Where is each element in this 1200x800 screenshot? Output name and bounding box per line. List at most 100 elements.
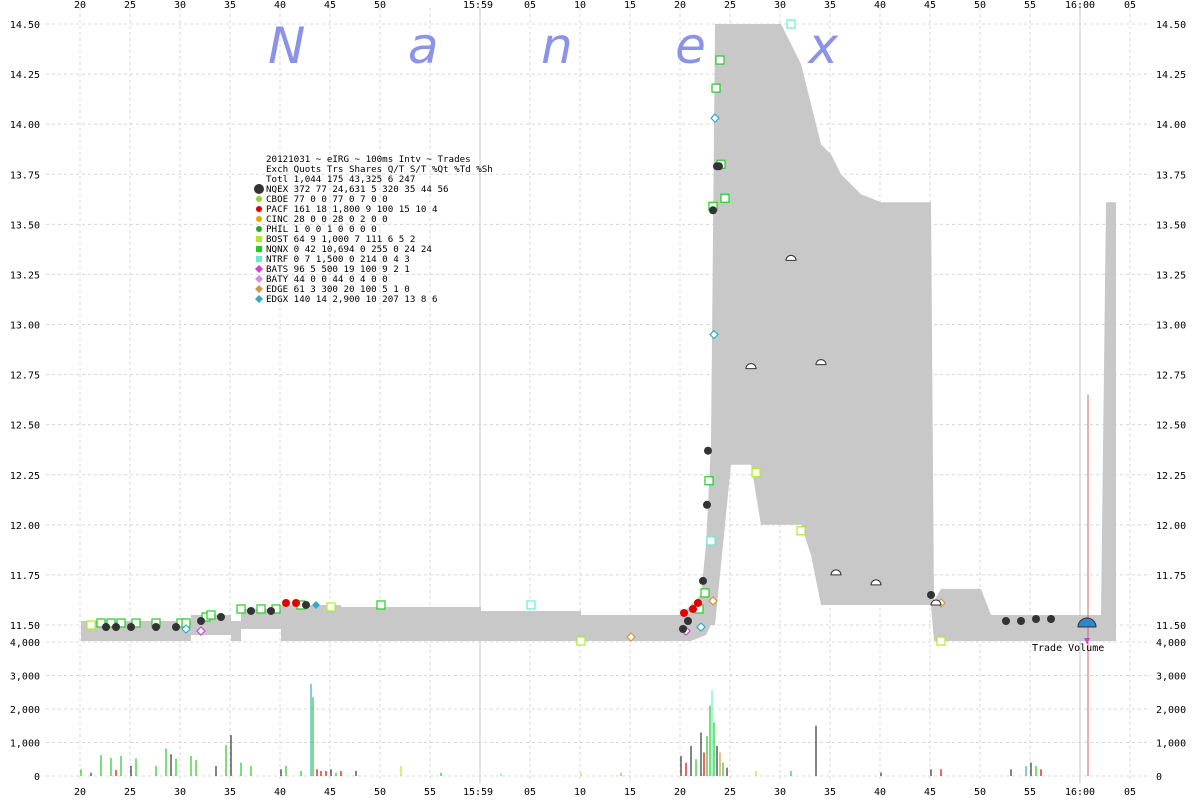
x-tick-bottom: 10	[574, 787, 586, 798]
x-tick-top: 05	[1124, 0, 1136, 11]
quote-marker	[576, 636, 586, 646]
trade-marker	[704, 446, 712, 455]
x-tick-top: 45	[924, 0, 936, 11]
price-tick-left: 13.75	[10, 170, 40, 181]
legend-marker	[256, 206, 262, 212]
x-tick-bottom: 16:00	[1065, 787, 1095, 798]
quote-marker	[326, 602, 336, 612]
trade-marker	[679, 625, 687, 634]
volume-tick-left: 3,000	[10, 672, 40, 683]
price-tick-left: 14.00	[10, 120, 40, 131]
trade-marker	[102, 623, 110, 632]
x-tick-top: 25	[124, 0, 136, 11]
trade-marker	[127, 623, 135, 632]
x-tick-top: 15:59	[463, 0, 493, 11]
quote-marker	[715, 55, 725, 65]
x-tick-bottom: 25	[724, 787, 736, 798]
x-tick-top: 35	[224, 0, 236, 11]
x-tick-bottom: 45	[924, 787, 936, 798]
x-tick-top: 16:00	[1065, 0, 1095, 11]
quote-marker	[704, 476, 714, 486]
legend-marker	[255, 295, 263, 303]
quote-marker	[700, 588, 710, 598]
x-tick-bottom: 55	[1024, 787, 1036, 798]
x-tick-bottom: 45	[324, 787, 336, 798]
x-tick-top: 50	[974, 0, 986, 11]
price-tick-right: 14.25	[1156, 70, 1186, 81]
legend-marker	[256, 236, 262, 242]
legend-marker	[256, 226, 262, 232]
price-tick-left: 14.25	[10, 70, 40, 81]
price-tick-right: 13.75	[1156, 170, 1186, 181]
price-tick-right: 12.50	[1156, 421, 1186, 432]
x-tick-bottom: 20	[74, 787, 86, 798]
quote-marker	[236, 604, 246, 614]
quote-marker	[720, 193, 730, 203]
quote-marker	[796, 526, 806, 536]
closing-cross	[1077, 394, 1097, 776]
x-tick-bottom: 15:59	[463, 787, 493, 798]
price-tick-right: 13.00	[1156, 321, 1186, 332]
quote-marker	[936, 636, 946, 646]
legend-marker	[256, 246, 262, 252]
x-tick-top: 05	[524, 0, 536, 11]
x-tick-bottom: 40	[874, 787, 886, 798]
x-tick-top: 50	[374, 0, 386, 11]
x-tick-bottom: 15	[624, 787, 636, 798]
trade-marker	[927, 590, 935, 599]
trade-marker	[680, 608, 688, 617]
trade-marker	[112, 623, 120, 632]
volume-bars	[80, 683, 1042, 776]
quote-marker	[206, 610, 216, 620]
trade-marker	[1047, 614, 1055, 623]
price-tick-left: 12.50	[10, 421, 40, 432]
trade-marker	[1002, 616, 1010, 625]
trade-marker	[1032, 614, 1040, 623]
quote-marker	[711, 83, 721, 93]
trade-marker	[152, 623, 160, 632]
x-tick-top: 40	[274, 0, 286, 11]
trade-marker	[217, 612, 225, 621]
x-tick-top: 15	[624, 0, 636, 11]
x-tick-bottom: 55	[424, 787, 436, 798]
volume-tick-left: 2,000	[10, 705, 40, 716]
legend-marker	[255, 285, 263, 293]
price-tick-right: 11.75	[1156, 571, 1186, 582]
nbbo-band	[81, 24, 1116, 641]
price-tick-left: 13.00	[10, 321, 40, 332]
legend-marker	[255, 265, 263, 273]
exchange-legend: 20121031 ~ eIRG ~ 100ms Intv ~ Trades Ex…	[254, 154, 493, 305]
trade-marker	[699, 576, 707, 585]
trade-marker	[694, 598, 702, 607]
x-tick-top: 10	[574, 0, 586, 11]
x-tick-top: 25	[724, 0, 736, 11]
chart-grid	[46, 8, 1151, 783]
quote-marker	[751, 468, 761, 478]
quote-marker	[786, 19, 796, 29]
price-tick-right: 14.00	[1156, 120, 1186, 131]
price-tick-left: 11.75	[10, 571, 40, 582]
legend-marker	[256, 256, 262, 262]
x-tick-top: 20	[74, 0, 86, 11]
x-tick-bottom: 30	[774, 787, 786, 798]
price-tick-left: 12.75	[10, 371, 40, 382]
quote-marker	[256, 604, 266, 614]
x-tick-bottom: 35	[824, 787, 836, 798]
price-tick-left: 11.50	[10, 621, 40, 632]
price-tick-right: 12.75	[1156, 371, 1186, 382]
axis-ticks: 20 25 30 35 40 45 50 15:59 05 10 15 20 25 30 35 40 45 50 5…	[10, 0, 1186, 798]
price-tick-right: 12.25	[1156, 471, 1186, 482]
volume-tick-left: 1,000	[10, 739, 40, 750]
volume-tick-left: 4,000	[10, 638, 40, 649]
volume-tick-right: 0	[1156, 772, 1162, 783]
trade-marker	[715, 162, 723, 171]
price-tick-right: 13.25	[1156, 270, 1186, 281]
x-tick-top: 30	[174, 0, 186, 11]
x-tick-top: 30	[774, 0, 786, 11]
trade-marker	[684, 616, 692, 625]
price-tick-left: 13.25	[10, 270, 40, 281]
price-tick-right: 14.50	[1156, 20, 1186, 31]
price-tick-right: 12.00	[1156, 521, 1186, 532]
x-tick-bottom: 20	[674, 787, 686, 798]
x-tick-bottom: 40	[274, 787, 286, 798]
